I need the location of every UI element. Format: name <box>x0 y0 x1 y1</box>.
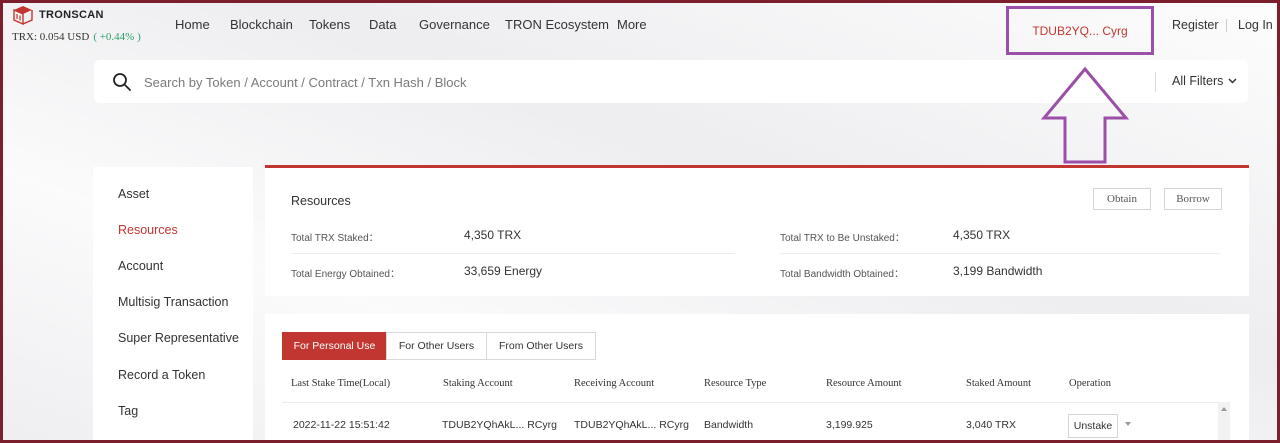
tronscan-logo[interactable]: TRONSCAN <box>12 5 104 25</box>
nav-data[interactable]: Data <box>369 17 396 32</box>
logo-text: TRONSCAN <box>39 9 104 21</box>
tab-label: For Personal Use <box>293 340 376 352</box>
sidebar-item-super-representative[interactable]: Super Representative <box>118 331 239 345</box>
borrow-button-label: Borrow <box>1176 193 1210 205</box>
sidebar-item-asset[interactable]: Asset <box>118 187 149 201</box>
obtain-button-label: Obtain <box>1107 193 1137 205</box>
account-address: TDUB2YQ... Cyrg <box>1032 23 1128 38</box>
sidebar-item-account[interactable]: Account <box>118 259 163 273</box>
stat-label-total-bandwidth: Total Bandwidth Obtained： <box>780 269 904 280</box>
nav-governance[interactable]: Governance <box>419 17 490 32</box>
chevron-down-icon <box>1228 78 1237 84</box>
cell-resource-amount: 3,199.925 <box>826 419 873 431</box>
column-header-receiving-account: Receiving Account <box>574 378 655 389</box>
column-header-staking-account: Staking Account <box>443 378 513 389</box>
tab-for-other-users[interactable]: For Other Users <box>386 332 487 360</box>
stat-value-total-bandwidth: 3,199 Bandwidth <box>953 264 1043 278</box>
trx-price: TRX: 0.054 USD( +0.44% ) <box>12 31 141 43</box>
tab-label: For Other Users <box>398 340 475 352</box>
column-header-staked-amount: Staked Amount <box>966 378 1032 389</box>
resources-panel: Resources Obtain Borrow Total TRX Staked… <box>265 168 1249 296</box>
trx-price-label: TRX: 0.054 USD <box>12 31 90 43</box>
column-header-last-stake-time: Last Stake Time(Local) <box>291 378 391 389</box>
cell-resource-type: Bandwidth <box>704 419 754 431</box>
tab-for-personal-use[interactable]: For Personal Use <box>282 332 387 360</box>
stat-value-total-energy: 33,659 Energy <box>464 264 543 278</box>
search-icon[interactable] <box>112 72 132 92</box>
column-header-operation: Operation <box>1069 378 1111 389</box>
login-link[interactable]: Log In <box>1238 18 1273 32</box>
cell-staking-account[interactable]: TDUB2YQhAkL... RCyrg <box>442 419 557 431</box>
all-filters-label: All Filters <box>1172 74 1224 88</box>
unstake-button-label: Unstake <box>1073 420 1113 432</box>
sidebar-item-record-a-token[interactable]: Record a Token <box>118 368 205 382</box>
nav-more[interactable]: More <box>617 17 647 32</box>
nav-tokens[interactable]: Tokens <box>309 17 350 32</box>
scroll-up-icon[interactable] <box>1221 407 1227 411</box>
tab-from-other-users[interactable]: From Other Users <box>486 332 596 360</box>
trx-price-change: ( +0.44% ) <box>93 31 141 43</box>
stat-divider <box>780 253 1220 254</box>
account-address-button[interactable]: TDUB2YQ... Cyrg <box>1006 6 1154 55</box>
column-header-resource-amount: Resource Amount <box>826 378 902 389</box>
column-header-resource-type: Resource Type <box>704 378 767 389</box>
stat-label-total-energy: Total Energy Obtained： <box>291 269 400 280</box>
cell-receiving-account[interactable]: TDUB2YQhAkL... RCyrg <box>574 419 689 431</box>
register-link[interactable]: Register <box>1172 18 1219 32</box>
stat-divider <box>291 253 735 254</box>
auth-divider <box>1226 19 1227 32</box>
staking-panel: For Personal Use For Other Users From Ot… <box>265 314 1249 443</box>
annotation-arrow-icon <box>1040 66 1130 164</box>
stat-value-total-trx-staked: 4,350 TRX <box>464 228 522 242</box>
stat-label-total-trx-unstaked: Total TRX to Be Unstaked： <box>780 233 905 244</box>
stat-value-total-trx-unstaked: 4,350 TRX <box>953 228 1011 242</box>
all-filters-dropdown[interactable]: All Filters <box>1172 74 1237 88</box>
obtain-button[interactable]: Obtain <box>1093 188 1151 210</box>
nav-blockchain[interactable]: Blockchain <box>230 17 293 32</box>
sidebar-item-resources[interactable]: Resources <box>118 223 178 237</box>
nav-tron-ecosystem[interactable]: TRON Ecosystem <box>505 17 609 32</box>
sidebar-item-tag[interactable]: Tag <box>118 404 138 418</box>
stat-label-total-trx-staked: Total TRX Staked： <box>291 233 379 244</box>
tronscan-logo-icon <box>13 6 33 25</box>
tab-label: From Other Users <box>498 340 583 352</box>
unstake-button[interactable]: Unstake <box>1068 414 1118 438</box>
table-header-divider <box>282 402 1218 403</box>
nav-home[interactable]: Home <box>175 17 210 32</box>
resources-title: Resources <box>291 194 351 208</box>
search-divider <box>1155 72 1156 92</box>
cell-staked-amount: 3,040 TRX <box>966 419 1017 431</box>
borrow-button[interactable]: Borrow <box>1164 188 1222 210</box>
search-input[interactable] <box>144 68 1134 96</box>
caret-down-icon[interactable] <box>1125 422 1131 426</box>
account-sidebar: Asset Resources Account Multisig Transac… <box>93 167 253 443</box>
cell-time: 2022-11-22 15:51:42 <box>293 419 390 431</box>
sidebar-item-multisig-transaction[interactable]: Multisig Transaction <box>118 295 228 309</box>
